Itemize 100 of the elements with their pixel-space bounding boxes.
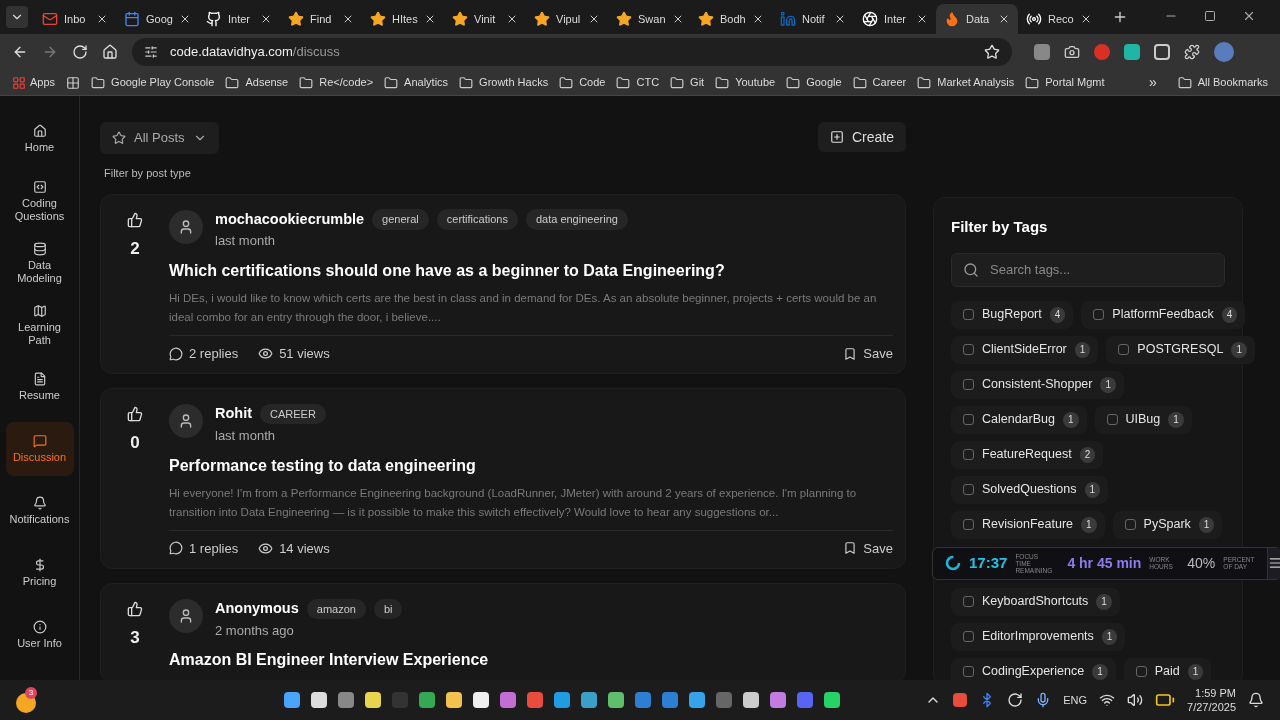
checkbox[interactable]: [963, 344, 974, 355]
checkbox[interactable]: [1093, 309, 1105, 320]
checkbox[interactable]: [963, 309, 974, 320]
close-icon[interactable]: [588, 13, 600, 25]
post-title[interactable]: Which certifications should one have as a beginner to Data Engineering?: [169, 258, 893, 283]
tab-groups-icon[interactable]: [66, 75, 81, 90]
maximize-icon[interactable]: [1204, 10, 1216, 22]
extensions-icon[interactable]: [1184, 44, 1200, 60]
tag-filter-chip[interactable]: CodingExperience 1: [951, 657, 1116, 680]
close-icon[interactable]: [1080, 13, 1092, 25]
tab-list-button[interactable]: [6, 6, 28, 28]
sidebar-item[interactable]: Learning Path: [5, 298, 74, 352]
tag-filter-chip[interactable]: BugReport 4: [951, 300, 1074, 329]
app-icon[interactable]: [797, 692, 813, 708]
author-name[interactable]: Anonymous: [215, 598, 299, 620]
sync-icon[interactable]: [1007, 692, 1024, 708]
author-name[interactable]: mochacookiecrumble: [215, 208, 365, 231]
close-window-icon[interactable]: [1242, 9, 1256, 23]
checkbox[interactable]: [963, 414, 974, 425]
tray-icon[interactable]: [953, 693, 968, 707]
bell-icon[interactable]: [1248, 692, 1264, 708]
checkbox[interactable]: [1135, 666, 1147, 677]
tag-filter-chip[interactable]: FeatureRequest 2: [951, 440, 1104, 469]
tag-filter-chip[interactable]: PlatformFeedback 4: [1081, 300, 1246, 329]
bookmark-folder[interactable]: Youtube: [715, 74, 776, 91]
browser-tab[interactable]: Data: [936, 4, 1018, 34]
replies-button[interactable]: 1 replies: [169, 538, 239, 558]
language-indicator[interactable]: ENG: [1063, 691, 1088, 709]
app-icon[interactable]: [311, 692, 327, 708]
apps-shortcut[interactable]: Apps: [12, 74, 56, 91]
tag-filter-chip[interactable]: PySpark 1: [1112, 510, 1223, 539]
app-icon[interactable]: [635, 692, 651, 708]
more-bookmarks-button[interactable]: »: [1148, 72, 1157, 93]
app-icon[interactable]: [608, 692, 624, 708]
bookmark-folder[interactable]: CTC: [616, 74, 660, 91]
post-title[interactable]: Amazon BI Engineer Interview Experience: [169, 648, 893, 673]
tag-filter-chip[interactable]: CalendarBug 1: [951, 405, 1087, 434]
browser-tab[interactable]: Swan: [608, 4, 690, 34]
new-tab-icon[interactable]: [1112, 9, 1128, 25]
post-tag[interactable]: CAREER: [260, 403, 326, 425]
checkbox[interactable]: [963, 631, 974, 642]
tag-filter-chip[interactable]: POSTGRESQL 1: [1106, 335, 1256, 364]
bookmark-folder[interactable]: Git: [670, 74, 705, 91]
post-type-dropdown[interactable]: All Posts: [100, 122, 219, 154]
app-icon[interactable]: [581, 692, 597, 708]
home-icon[interactable]: [102, 44, 118, 60]
clock[interactable]: 1:59 PM 7/27/2025: [1187, 686, 1236, 714]
bookmark-folder[interactable]: Code: [559, 74, 606, 91]
browser-tab[interactable]: Bodh: [690, 4, 772, 34]
save-button[interactable]: Save: [843, 538, 893, 558]
app-icon[interactable]: [446, 692, 462, 708]
post-title[interactable]: Performance testing to data engineering: [169, 453, 893, 478]
bookmark-folder[interactable]: Adsense: [225, 74, 289, 91]
tag-filter-chip[interactable]: Consistent-Shopper 1: [951, 370, 1125, 399]
close-icon[interactable]: [752, 13, 764, 25]
browser-tab[interactable]: Inter: [854, 4, 936, 34]
app-icon[interactable]: [419, 692, 435, 708]
tag-filter-chip[interactable]: EditorImprovements 1: [951, 622, 1126, 651]
upvote-button[interactable]: [127, 406, 143, 423]
back-icon[interactable]: [12, 44, 28, 60]
wifi-icon[interactable]: [1099, 692, 1116, 708]
tag-filter-chip[interactable]: KeyboardShortcuts 1: [951, 587, 1120, 616]
sidebar-item[interactable]: Resume: [5, 360, 74, 414]
close-icon[interactable]: [342, 13, 354, 25]
app-icon[interactable]: [527, 692, 543, 708]
app-icon[interactable]: [554, 692, 570, 708]
bookmark-folder[interactable]: Portal Mgmt: [1025, 74, 1105, 91]
camera-icon[interactable]: [1064, 44, 1080, 60]
upvote-button[interactable]: [127, 211, 143, 228]
widget-menu-button[interactable]: [1267, 547, 1280, 579]
sidebar-item[interactable]: Coding Questions: [5, 174, 74, 228]
post-tag[interactable]: general: [372, 209, 429, 230]
tag-filter-chip[interactable]: UIBug 1: [1094, 405, 1192, 434]
checkbox[interactable]: [1118, 344, 1130, 355]
forward-icon[interactable]: [42, 44, 58, 60]
app-icon[interactable]: [770, 692, 786, 708]
checkbox[interactable]: [1106, 414, 1118, 425]
sidebar-item[interactable]: Data Modeling: [5, 236, 74, 290]
create-button[interactable]: Create: [817, 122, 906, 152]
app-icon[interactable]: [500, 692, 516, 708]
sidebar-item[interactable]: Pricing: [5, 546, 74, 600]
app-icon[interactable]: [662, 692, 678, 708]
bookmark-folder[interactable]: Re</code>: [299, 74, 374, 91]
close-icon[interactable]: [260, 13, 272, 25]
browser-tab[interactable]: Inbo: [34, 4, 116, 34]
post-tag[interactable]: data engineering: [525, 209, 628, 230]
browser-tab[interactable]: Find: [280, 4, 362, 34]
upvote-button[interactable]: [127, 601, 143, 617]
close-icon[interactable]: [506, 13, 518, 25]
checkbox[interactable]: [963, 596, 974, 607]
app-icon[interactable]: [284, 692, 300, 708]
tag-filter-chip[interactable]: RevisionFeature 1: [951, 510, 1105, 539]
close-icon[interactable]: [916, 13, 928, 25]
bookmark-folder[interactable]: Market Analysis: [917, 74, 1015, 91]
tag-search-field[interactable]: Search tags...: [951, 252, 1225, 287]
close-icon[interactable]: [96, 13, 108, 25]
address-bar[interactable]: code.datavidhya.com/discuss: [132, 38, 1012, 66]
app-icon[interactable]: [338, 692, 354, 708]
sidebar-item[interactable]: User Info: [5, 608, 74, 662]
reload-icon[interactable]: [72, 44, 88, 60]
